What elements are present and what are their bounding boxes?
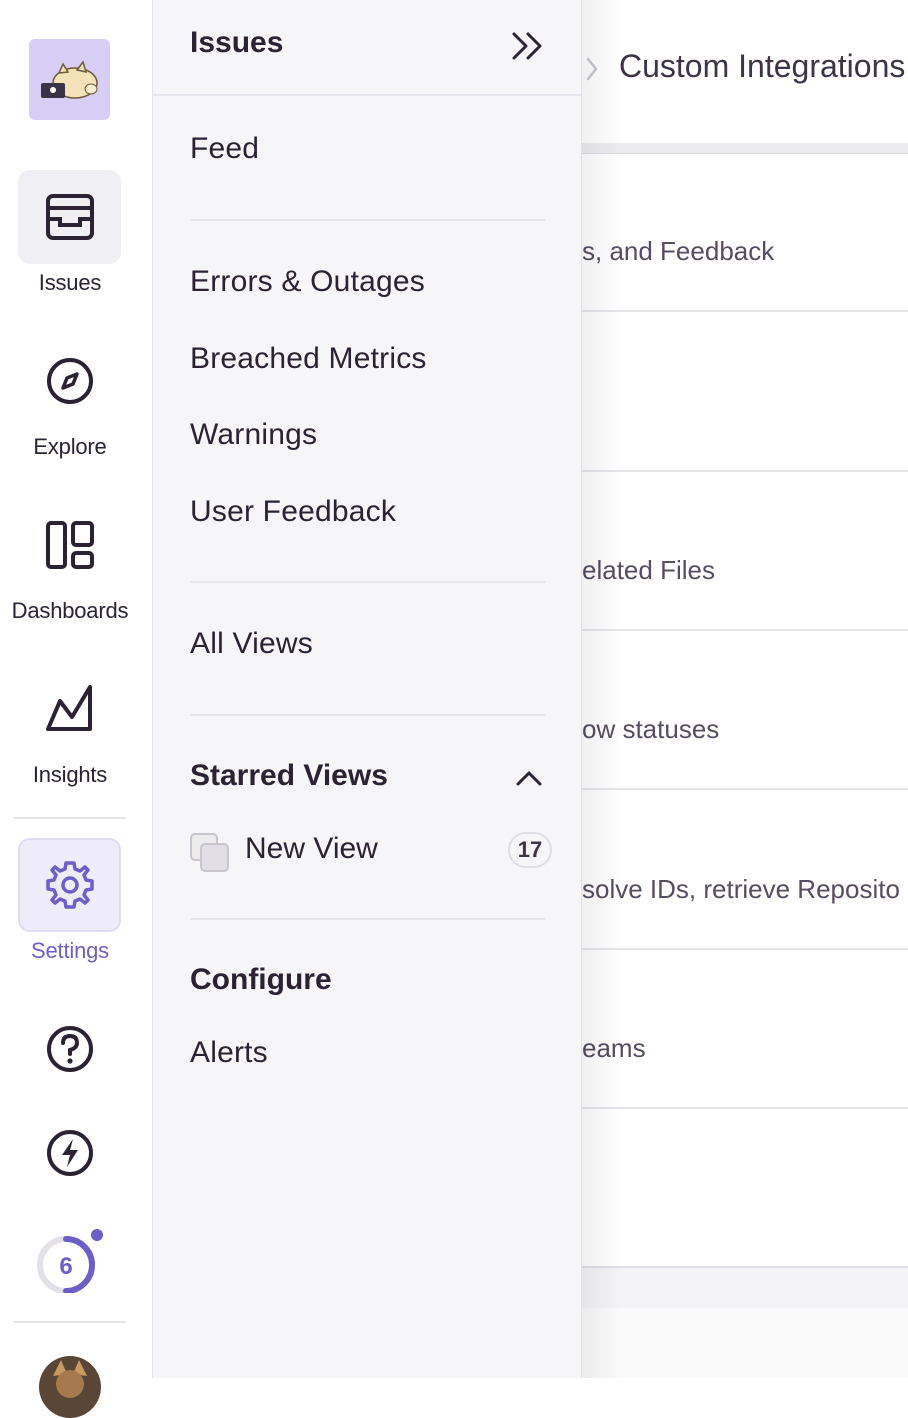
page-bottom xyxy=(582,1308,908,1378)
permission-description: solve IDs, retrieve Reposito xyxy=(582,874,900,904)
gear-icon xyxy=(45,861,94,909)
starred-views-heading[interactable]: Starred Views xyxy=(190,759,388,793)
secondary-sidebar-title: Issues xyxy=(190,26,284,59)
permission-row: eams xyxy=(582,949,908,1109)
collapse-sidebar-button[interactable] xyxy=(508,28,548,64)
nav-divider xyxy=(190,714,545,716)
rail-label-explore[interactable]: Explore xyxy=(0,434,140,460)
compass-icon xyxy=(46,358,93,404)
whats-new-button[interactable] xyxy=(18,1106,121,1200)
nav-link-feed[interactable]: Feed xyxy=(190,132,259,166)
rail-divider xyxy=(14,1321,126,1323)
view-stack-icon xyxy=(190,833,230,873)
lightning-icon xyxy=(46,1130,93,1176)
rail-item-settings[interactable] xyxy=(18,838,121,932)
rail-label-dashboards[interactable]: Dashboards xyxy=(0,598,140,624)
nav-link-errors-outages[interactable]: Errors & Outages xyxy=(190,265,425,299)
permission-row: solve IDs, retrieve Reposito xyxy=(582,790,908,950)
nav-divider xyxy=(190,581,545,583)
inbox-icon xyxy=(45,194,94,240)
dashboard-icon xyxy=(45,521,94,569)
starred-view-label: New View xyxy=(245,832,378,865)
secondary-sidebar-header: Issues xyxy=(153,0,581,96)
rail-item-insights[interactable] xyxy=(18,662,121,756)
rail-label-insights[interactable]: Insights xyxy=(0,762,140,788)
panel-footer xyxy=(582,1266,908,1310)
nav-link-user-feedback[interactable]: User Feedback xyxy=(190,495,396,529)
rail-item-issues[interactable] xyxy=(18,170,121,264)
permission-row xyxy=(582,312,908,472)
permission-description: s, and Feedback xyxy=(582,236,775,266)
permission-description: eams xyxy=(582,1033,646,1063)
permission-row: s, and Feedback xyxy=(582,152,908,312)
progress-ring-icon: 6 xyxy=(36,1229,103,1293)
rail-divider xyxy=(14,817,126,819)
breadcrumb-current[interactable]: Custom Integrations xyxy=(619,48,905,85)
permission-description: ow statuses xyxy=(582,714,720,744)
nav-divider xyxy=(190,219,545,221)
secondary-sidebar: Issues Feed Errors & Outages Breached Me… xyxy=(153,0,582,1378)
help-icon xyxy=(46,1026,93,1072)
nav-link-alerts[interactable]: Alerts xyxy=(190,1036,268,1070)
chevron-up-icon[interactable] xyxy=(515,766,543,790)
count-badge: 17 xyxy=(508,832,552,868)
nav-divider xyxy=(190,918,545,920)
double-chevron-right-icon xyxy=(512,32,542,60)
user-avatar[interactable] xyxy=(39,1356,101,1418)
permission-description: elated Files xyxy=(582,555,715,585)
rail-label-settings[interactable]: Settings xyxy=(0,938,140,964)
permission-row xyxy=(582,1108,908,1268)
rail-label-issues[interactable]: Issues xyxy=(0,270,140,296)
rail-item-dashboards[interactable] xyxy=(18,498,121,592)
chart-icon xyxy=(45,685,92,731)
onboarding-progress-button[interactable]: 6 xyxy=(18,1210,121,1304)
breadcrumb-chevron-icon xyxy=(586,57,598,81)
configure-heading: Configure xyxy=(190,963,332,996)
permission-row: elated Files xyxy=(582,471,908,631)
nav-link-all-views[interactable]: All Views xyxy=(190,627,313,661)
organization-avatar[interactable] xyxy=(29,39,110,120)
onboarding-count: 6 xyxy=(59,1253,72,1280)
nav-link-breached-metrics[interactable]: Breached Metrics xyxy=(190,342,427,376)
starred-view-item[interactable]: New View 17 xyxy=(190,826,555,878)
primary-sidebar: Issues Explore Dashboards Insights Setti… xyxy=(0,0,153,1418)
permission-row: ow statuses xyxy=(582,630,908,790)
nav-link-warnings[interactable]: Warnings xyxy=(190,418,317,452)
help-button[interactable] xyxy=(18,1002,121,1096)
rail-item-explore[interactable] xyxy=(18,334,121,428)
settings-content: Custom Integrations s, and Feedback elat… xyxy=(582,0,908,1378)
